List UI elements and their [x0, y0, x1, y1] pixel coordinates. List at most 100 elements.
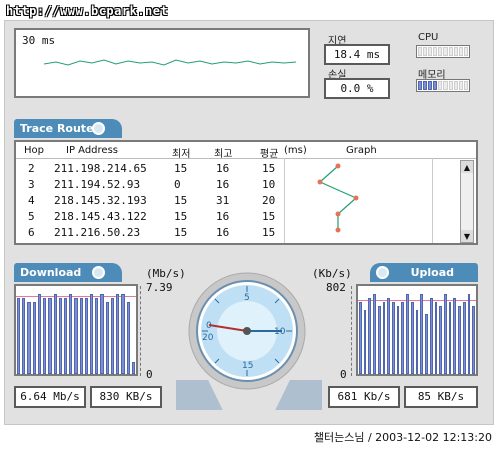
scroll-up-icon[interactable]: ▲: [461, 161, 473, 173]
download-chart: [14, 284, 138, 376]
gauge-tick-label: 5: [244, 293, 250, 303]
download-kbps: 830 KB/s: [90, 386, 162, 408]
ping-line-svg: [43, 59, 297, 66]
throughput-bar: [462, 302, 466, 374]
throughput-bar: [420, 294, 424, 374]
trace-cell-max: 16: [216, 162, 230, 175]
throughput-bar: [105, 302, 109, 374]
trace-row: 2 211.198.214.65 15 16 15: [16, 161, 286, 177]
throughput-bar: [27, 302, 31, 374]
throughput-bar: [472, 306, 475, 374]
trace-cell-max: 16: [216, 226, 230, 239]
throughput-bar: [43, 298, 47, 374]
throughput-bar: [368, 298, 372, 374]
throughput-bar: [79, 298, 83, 374]
trace-cell-max: 16: [216, 210, 230, 223]
throughput-bar: [443, 294, 447, 374]
download-tab[interactable]: Download: [14, 263, 122, 282]
throughput-bar: [415, 310, 419, 374]
throughput-bar: [396, 306, 400, 374]
throughput-bar: [110, 298, 115, 374]
trace-cell-max: 31: [216, 194, 230, 207]
throughput-bar: [406, 294, 409, 374]
throughput-bar: [434, 302, 438, 374]
throughput-bar: [359, 302, 362, 374]
trace-graph-line: [318, 165, 358, 230]
trace-graph-point: [335, 163, 341, 169]
trace-cell-min: 15: [174, 162, 188, 175]
throughput-bar: [58, 298, 62, 374]
download-toggle-icon[interactable]: [92, 266, 105, 279]
throughput-bar: [439, 306, 442, 374]
latency-value: 18.4 ms: [324, 44, 390, 65]
header-hop: Hop: [24, 145, 44, 156]
throughput-bar: [131, 362, 135, 374]
upload-tab[interactable]: Upload: [370, 263, 478, 282]
loss-value: 0.0 %: [324, 78, 390, 99]
trace-graph: [317, 163, 359, 233]
upload-title: Upload: [410, 266, 454, 279]
upload-max: 802: [326, 281, 346, 294]
throughput-bar: [22, 298, 26, 374]
throughput-bar: [17, 298, 21, 374]
upload-unit: (Kb/s): [312, 267, 352, 280]
trace-row: 4 218.145.32.193 15 31 20: [16, 193, 286, 209]
ping-graph: 30 ms: [14, 28, 310, 98]
trace-cell-ip: 211.216.50.23: [54, 226, 141, 239]
scroll-down-icon[interactable]: ▼: [461, 230, 473, 242]
throughput-bar: [74, 298, 78, 374]
header-graph: Graph: [346, 145, 377, 156]
upload-kbps: 681 Kb/s: [328, 386, 400, 408]
cpu-meter: [416, 45, 470, 58]
throughput-bar: [382, 302, 386, 374]
throughput-bar: [363, 310, 367, 374]
trace-cell-hop: 2: [28, 162, 35, 175]
trace-cell-avg: 15: [262, 210, 276, 223]
trace-cell-ip: 218.145.32.193: [54, 194, 147, 207]
throughput-bar: [100, 294, 104, 374]
throughput-bar: [401, 302, 405, 374]
throughput-bar: [373, 294, 376, 374]
trace-row: 3 211.194.52.93 0 16 10: [16, 177, 286, 193]
trace-route-tab[interactable]: Trace Route: [14, 119, 122, 138]
download-title: Download: [20, 266, 82, 279]
gauge-tick-label: 20: [202, 333, 214, 343]
upload-toggle-icon[interactable]: [376, 266, 389, 279]
trace-graph-point: [335, 227, 341, 233]
throughput-bar: [377, 306, 381, 374]
trace-graph-point: [353, 195, 359, 201]
trace-cell-max: 16: [216, 178, 230, 191]
throughput-bar: [126, 302, 130, 374]
gauge-hub: [243, 327, 251, 335]
upload-zero: 0: [340, 368, 347, 381]
trace-cell-min: 0: [174, 178, 181, 191]
trace-route-toggle-icon[interactable]: [92, 122, 105, 135]
trace-cell-avg: 15: [262, 226, 276, 239]
speed-gauge: 5 10 15 20 0: [188, 272, 306, 390]
throughput-bar: [90, 294, 94, 374]
trace-cell-ip: 211.198.214.65: [54, 162, 147, 175]
trace-graph-point: [317, 179, 323, 185]
trace-graph-point: [335, 211, 341, 217]
throughput-bar: [63, 298, 68, 374]
throughput-bar: [37, 294, 42, 374]
throughput-bar: [116, 294, 120, 374]
ping-line: [43, 59, 297, 66]
trace-route-table: Hop IP Address 최저 최고 평균 (ms) Graph 2 211.…: [14, 140, 478, 245]
trace-scrollbar[interactable]: ▲ ▼: [460, 160, 474, 243]
trace-cell-hop: 4: [28, 194, 35, 207]
download-max: 7.39: [146, 281, 173, 294]
trace-cell-avg: 10: [262, 178, 276, 191]
gauge-tick-label: 15: [242, 361, 253, 371]
throughput-bar: [467, 294, 471, 374]
throughput-bar: [53, 294, 57, 374]
upload-chart: [356, 284, 478, 376]
download-zero: 0: [146, 368, 153, 381]
download-unit: (Mb/s): [146, 267, 186, 280]
trace-row: 6 211.216.50.23 15 16 15: [16, 225, 286, 241]
throughput-bar: [95, 298, 99, 374]
trace-cell-hop: 5: [28, 210, 35, 223]
trace-row: 5 218.145.43.122 15 16 15: [16, 209, 286, 225]
throughput-bar: [84, 298, 89, 374]
trace-cell-ip: 211.194.52.93: [54, 178, 141, 191]
